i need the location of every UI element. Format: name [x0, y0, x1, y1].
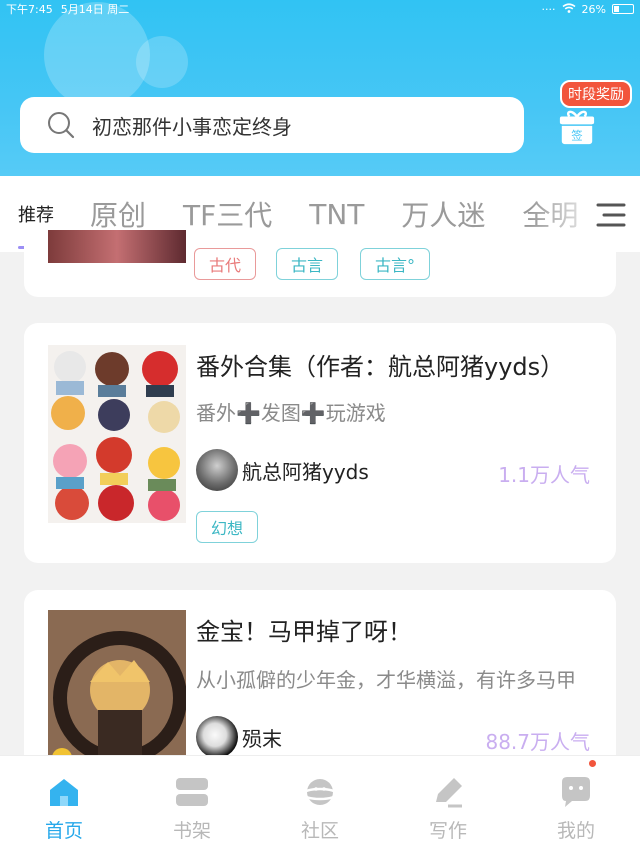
- time-reward-button[interactable]: 签 时段奖励: [556, 80, 632, 150]
- story-title[interactable]: 金宝！马甲掉了呀！: [196, 612, 596, 647]
- author-name: 航总阿猪yyds: [242, 459, 369, 484]
- nav-label: 我的: [556, 820, 595, 842]
- story-cover-image: [48, 230, 186, 263]
- bookshelf-icon: [176, 778, 208, 806]
- tag-chip[interactable]: 古言°: [360, 248, 431, 280]
- nav-mine[interactable]: 我的: [512, 756, 640, 853]
- popularity-count: 88.7万人气: [485, 730, 590, 754]
- tag-chip[interactable]: 幻想: [196, 511, 259, 543]
- nav-home[interactable]: 首页: [0, 756, 128, 853]
- chat-profile-icon: [562, 777, 590, 807]
- nav-label: 写作: [428, 820, 467, 842]
- tag-chip[interactable]: 古代: [194, 248, 257, 280]
- story-description: 从小孤僻的少年金，才华横溢，有许多马甲: [196, 668, 576, 692]
- tab-everyone-favorite[interactable]: 万人迷: [401, 194, 485, 234]
- battery-icon: [612, 4, 634, 14]
- bottom-nav: 首页 书架 社区 写作 我的: [0, 755, 640, 853]
- nav-label: 首页: [44, 820, 83, 842]
- story-cover-image: [48, 610, 186, 770]
- search-icon: [48, 112, 75, 139]
- reward-badge: 时段奖励: [560, 80, 632, 108]
- status-date: 5月14日 周二: [60, 3, 130, 16]
- wifi-icon: [562, 2, 576, 16]
- story-cover-image: [48, 345, 186, 523]
- notification-dot: [589, 760, 596, 767]
- story-card[interactable]: 金宝！马甲掉了呀！ 从小孤僻的少年金，才华横溢，有许多马甲 殒末 88.7万人气: [24, 590, 616, 770]
- nav-write[interactable]: 写作: [384, 756, 512, 853]
- tag-chip[interactable]: 古言: [276, 248, 339, 280]
- decor-bubble-small: [136, 36, 188, 88]
- avatar: [196, 449, 238, 491]
- menu-icon[interactable]: [594, 198, 628, 232]
- chibi-characters-art: [51, 351, 180, 521]
- story-card[interactable]: 古代 古言 古言°: [24, 230, 616, 297]
- battery-percent: 26%: [581, 2, 606, 16]
- nav-bookshelf[interactable]: 书架: [128, 756, 256, 853]
- tab-recommend[interactable]: 推荐: [18, 201, 54, 227]
- tab-original[interactable]: 原创: [90, 194, 146, 234]
- header-banner: 下午7:45 5月14日 周二 ···· 26% 初恋那件小事恋定终身 签 时段…: [0, 0, 640, 176]
- nav-community[interactable]: 社区: [256, 756, 384, 853]
- story-description: 番外➕发图➕玩游戏: [196, 401, 386, 425]
- nav-label: 社区: [300, 820, 339, 842]
- home-icon: [50, 779, 78, 806]
- story-title[interactable]: 番外合集（作者：航总阿猪yyds）: [196, 347, 596, 382]
- author-row[interactable]: 航总阿猪yyds: [196, 449, 369, 491]
- nav-label: 书架: [172, 820, 211, 842]
- author-row[interactable]: 殒末: [196, 716, 282, 758]
- avatar: [196, 716, 238, 758]
- story-card[interactable]: 番外合集（作者：航总阿猪yyds） 番外➕发图➕玩游戏 航总阿猪yyds 1.1…: [24, 323, 616, 563]
- gift-checkin-icon: 签: [559, 110, 595, 145]
- status-bar: 下午7:45 5月14日 周二 ···· 26%: [0, 0, 640, 18]
- gift-sign-text: 签: [571, 128, 582, 142]
- pen-write-icon: [436, 778, 462, 808]
- popularity-count: 1.1万人气: [498, 463, 590, 487]
- signal-dots-icon: ····: [541, 2, 556, 16]
- search-placeholder: 初恋那件小事恋定终身: [92, 114, 292, 139]
- community-planet-icon: [302, 779, 338, 805]
- status-time: 下午7:45: [6, 3, 53, 16]
- author-name: 殒末: [242, 726, 282, 751]
- cover-art-illustration: [48, 610, 186, 770]
- search-bar[interactable]: 初恋那件小事恋定终身: [20, 97, 524, 153]
- tab-tf-gen3[interactable]: TF三代: [183, 194, 272, 234]
- tab-tnt[interactable]: TNT: [309, 198, 364, 231]
